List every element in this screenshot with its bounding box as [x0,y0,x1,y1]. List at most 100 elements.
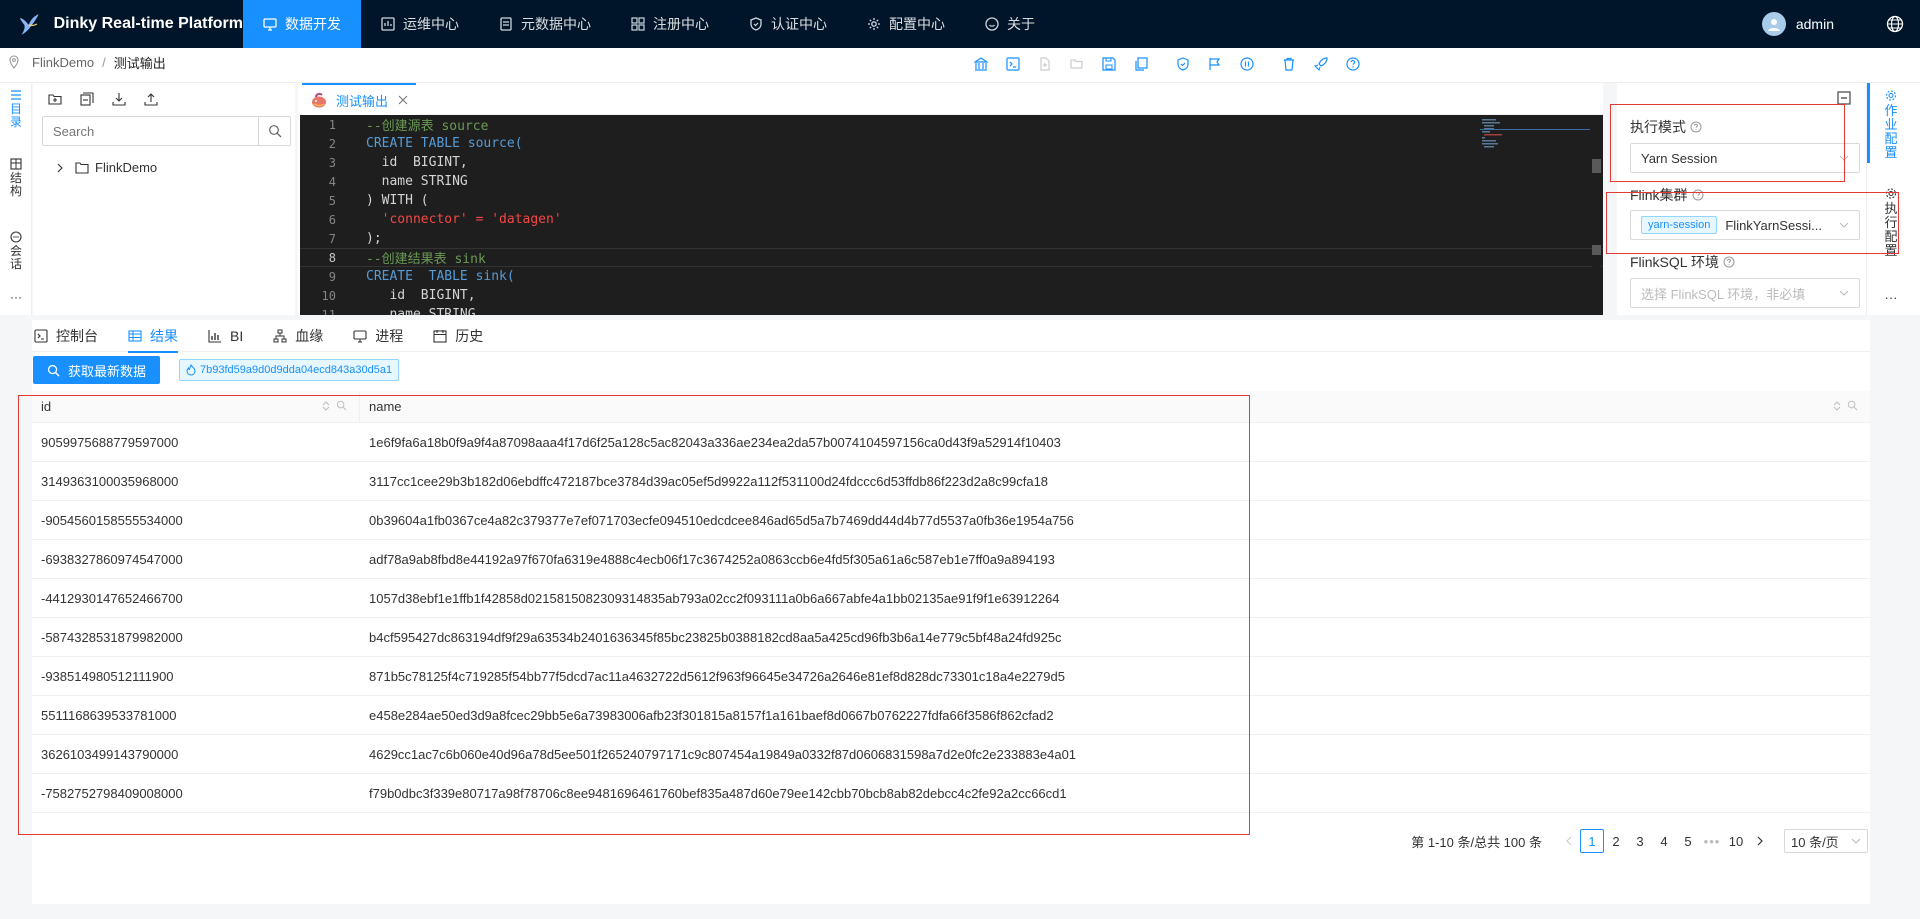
cell-id: 9059975688779597000 [41,434,179,450]
tab-lineage[interactable]: 血缘 [273,320,323,352]
globe-icon[interactable] [1886,15,1904,33]
tab-session[interactable]: 会话 [6,231,26,271]
jump-next-button[interactable]: ••• [1700,829,1724,853]
tree-node-flinkdemo[interactable]: FlinkDemo [49,160,157,175]
publish-button[interactable] [1199,54,1231,74]
page-size-select[interactable]: 10 条/页 [1784,829,1868,853]
nav-item-ops[interactable]: 运维中心 [361,0,479,48]
question-circle-icon[interactable] [1692,189,1704,201]
line-number: 3 [328,155,336,170]
sql-console-button[interactable] [997,54,1029,74]
column-header-name[interactable]: name [360,391,1870,423]
nav-item-data-dev[interactable]: 数据开发 [243,0,361,48]
code-line: 5) WITH ( [300,191,1603,210]
minus-square-icon[interactable] [1837,91,1851,105]
cluster-select[interactable]: yarn-session FlinkYarnSessi... [1630,210,1860,240]
tab-history[interactable]: 历史 [433,320,483,352]
editor-scrollbar[interactable] [1591,115,1601,315]
table-header: id name [32,390,1870,423]
tab-catalog[interactable]: 目录 [6,89,26,129]
table-row: -9054560158555534000 0b39604a1fb0367ce4a8… [32,501,1870,540]
upload-button[interactable] [144,90,176,108]
page-5-button[interactable]: 5 [1676,829,1700,853]
question-circle-icon[interactable] [1690,121,1702,133]
tab-label: 控制台 [56,327,98,344]
tab-session-label: 会话 [10,244,23,271]
fetch-latest-data-button[interactable]: 获取最新数据 [33,356,161,384]
page-3-button[interactable]: 3 [1628,829,1652,853]
nav-item-about[interactable]: 关于 [965,0,1055,48]
bottom-tabs: 控制台 结果 BI 血缘 进程 历史 [32,320,1870,353]
cluster-label: Flink集群 [1630,185,1704,205]
page-10-button[interactable]: 10 [1724,829,1748,853]
tab-console[interactable]: 控制台 [34,320,98,352]
nav-item-auth[interactable]: 认证中心 [729,0,847,48]
save-button[interactable] [1093,54,1125,74]
open-folder-button[interactable] [1061,54,1093,74]
exec-mode-select[interactable]: Yarn Session [1630,143,1860,173]
question-circle-icon[interactable] [1723,256,1735,268]
tab-exec-config[interactable]: 执行配置 [1881,187,1901,258]
cell-id: 3626103499143790000 [41,746,179,762]
tree-search-input[interactable] [43,117,258,145]
delete-icon [1284,57,1294,71]
filter-search-icon[interactable] [1847,400,1858,411]
delete-button[interactable] [1273,54,1305,74]
nav-item-settings[interactable]: 配置中心 [847,0,965,48]
code-minimap[interactable] [1480,117,1590,157]
breadcrumb-root[interactable]: FlinkDemo [32,55,94,70]
avatar[interactable] [1761,12,1786,36]
tab-process[interactable]: 进程 [353,320,403,352]
prev-page-button[interactable] [1556,829,1580,853]
help-button[interactable] [1337,54,1369,74]
page-2-button[interactable]: 2 [1604,829,1628,853]
more-icon[interactable]: ··· [6,291,26,304]
code-text: ); [366,231,382,246]
sort-icon[interactable] [322,400,330,412]
sort-icon[interactable] [1833,400,1841,412]
file-tab[interactable]: 测试输出 [302,83,417,115]
nav-item-metadata[interactable]: 元数据中心 [479,0,611,48]
tab-result[interactable]: 结果 [128,320,178,353]
tree-node-label: FlinkDemo [95,160,158,175]
file-tab-label: 测试输出 [336,93,389,109]
page-1-button[interactable]: 1 [1580,829,1604,853]
fire-icon [186,364,196,376]
export-sql-button[interactable] [965,54,997,74]
code-editor[interactable]: 1 --创建源表 source 2 CREATE TABLE source( 3 i… [300,115,1603,315]
new-folder-button[interactable] [48,90,80,108]
cell-name: b4cf595427dc863194df9f29a63534b240163634… [369,629,1062,645]
filter-search-icon[interactable] [336,400,347,411]
table-row: -938514980512111900 871b5c78125f4c719285f… [32,657,1870,696]
collapse-all-button[interactable] [80,90,112,108]
new-file-button[interactable] [1029,54,1061,74]
search-button[interactable] [258,117,290,145]
page-4-button[interactable]: 4 [1652,829,1676,853]
tab-bi[interactable]: BI [208,320,243,352]
env-select[interactable]: 选择 FlinkSQL 环境，非必填 [1630,278,1860,308]
tab-structure[interactable]: 结构 [6,158,26,198]
debug-button[interactable] [1305,54,1337,74]
next-page-button[interactable] [1748,829,1772,853]
more-icon[interactable]: ··· [1881,291,1901,305]
pause-button[interactable] [1231,54,1263,74]
column-title: id [41,399,52,414]
line-number: 4 [328,174,336,189]
calendar-icon [433,329,447,343]
column-header-id[interactable]: id [32,390,360,423]
download-button[interactable] [112,90,144,108]
copy-button[interactable] [1125,54,1157,74]
nav-item-registry[interactable]: 注册中心 [611,0,729,48]
appstore-icon [631,17,645,31]
caret-right-icon[interactable] [56,163,64,173]
username[interactable]: admin [1796,16,1834,32]
tab-job-config[interactable]: 作业配置 [1881,89,1901,160]
close-icon[interactable] [398,95,408,105]
check-button[interactable] [1167,54,1199,74]
chevron-left-icon [1565,836,1571,846]
line-number: 10 [321,288,336,303]
logo[interactable]: Dinky Real-time Platform [0,0,243,48]
desktop-icon [263,18,277,31]
code-line: 7); [300,229,1603,248]
download-icon [112,93,126,106]
